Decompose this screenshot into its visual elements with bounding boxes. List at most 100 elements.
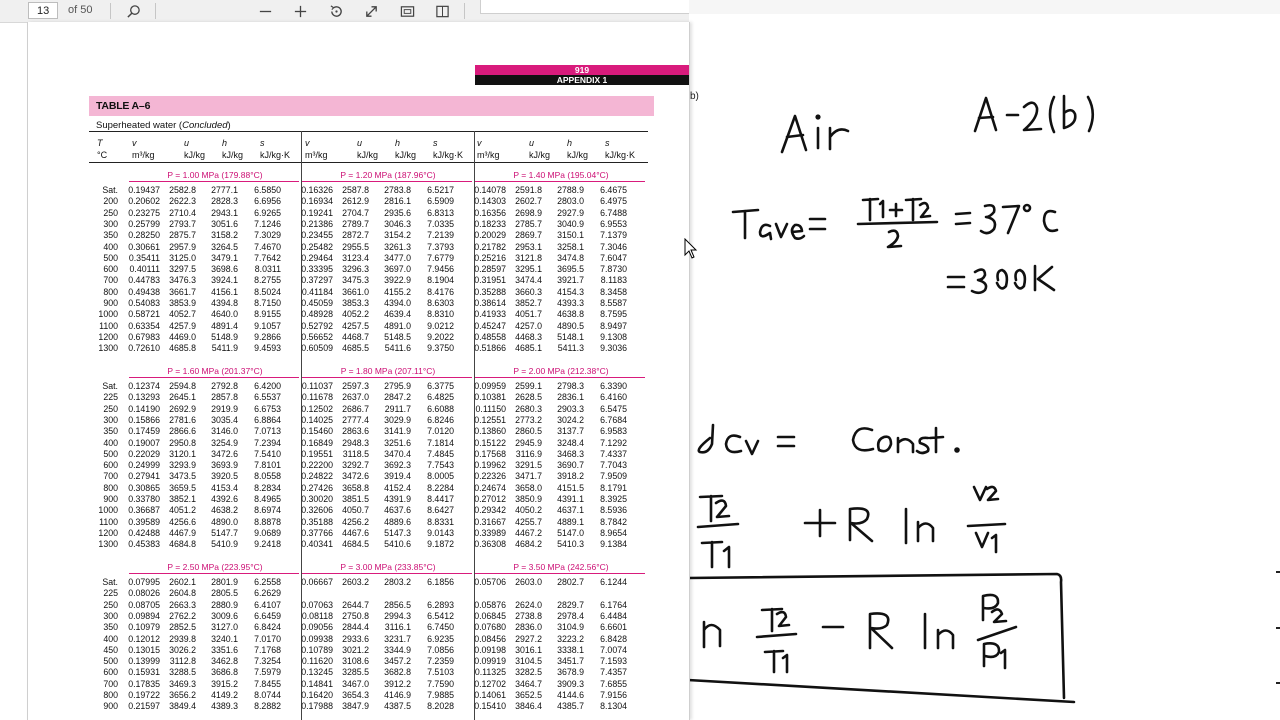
table-cell-temperature: 1300 <box>98 343 118 354</box>
table-cell: 7.1246 <box>254 218 281 229</box>
table-cell: 6.8313 <box>427 207 454 218</box>
table-cell: 8.1304 <box>600 701 627 712</box>
table-cell-temperature: 350 <box>103 426 118 437</box>
pressure-rule <box>129 181 299 182</box>
table-cell: 7.5979 <box>254 667 281 678</box>
table-cell: 7.7642 <box>254 252 281 263</box>
table-cell: 7.0170 <box>254 633 281 644</box>
table-cell-temperature: 300 <box>103 414 118 425</box>
pressure-rule <box>475 573 645 574</box>
table-cell: 7.1292 <box>600 437 627 448</box>
table-cell: 6.8428 <box>600 633 627 644</box>
table-cell: 7.8101 <box>254 460 281 471</box>
pressure-header: P = 1.60 MPa (201.37°C) <box>167 366 263 376</box>
table-cell-temperature: 1200 <box>98 527 118 538</box>
table-cell: 8.2284 <box>427 482 454 493</box>
table-cell-temperature: 350 <box>103 230 118 241</box>
header-u-unit: kJ/kg <box>357 150 379 160</box>
table-cell: 7.7543 <box>427 460 454 471</box>
zoom-in-icon[interactable] <box>290 1 310 21</box>
table-cell: 7.0074 <box>600 644 627 655</box>
header-s: s <box>260 138 265 148</box>
header-h: h <box>567 138 573 148</box>
table-cell-temperature: 800 <box>103 690 118 700</box>
table-cell: 6.4107 <box>254 599 281 610</box>
table-cell-temperature: 500 <box>103 252 118 263</box>
table-cell: 7.3029 <box>254 230 281 241</box>
table-cell: 8.4176 <box>427 286 454 297</box>
table-cell: 6.2893 <box>427 599 454 610</box>
table-cell: 8.5587 <box>600 298 627 308</box>
pdf-page[interactable]: 919 APPENDIX 1 TABLE A–6 Superheated wat… <box>27 22 690 720</box>
table-cell-temperature: 400 <box>103 437 118 448</box>
table-subtitle: Superheated water (Concluded) <box>96 120 231 131</box>
toolbar-divider <box>110 3 111 19</box>
header-h-unit: kJ/kg <box>567 150 589 160</box>
table-cell: 9.1872 <box>427 539 454 550</box>
table-cell: 8.1791 <box>600 482 627 493</box>
table-cell: 7.0856 <box>427 644 454 655</box>
table-cell: 8.6303 <box>427 298 454 308</box>
table-cell: 7.7590 <box>427 678 454 689</box>
pressure-rule <box>129 377 299 378</box>
two-page-icon[interactable] <box>432 1 452 21</box>
table-cell-temperature: 300 <box>103 218 118 229</box>
fit-width-icon[interactable] <box>361 1 381 21</box>
table-cell: 7.1768 <box>254 644 281 655</box>
table-cell: 8.1904 <box>427 275 454 286</box>
table-cell: 7.6047 <box>600 252 627 263</box>
table-cell: 9.0689 <box>254 527 281 538</box>
header-v: v <box>305 138 310 148</box>
zoom-out-icon[interactable] <box>255 1 275 21</box>
header-v: v <box>132 138 137 148</box>
pressure-rule <box>302 573 472 574</box>
whiteboard-canvas[interactable] <box>689 14 1280 720</box>
rotate-icon[interactable] <box>326 1 346 21</box>
pressure-header: P = 1.00 MPa (179.88°C) <box>167 170 263 180</box>
table-cell: 9.2022 <box>427 331 454 342</box>
table-cell-temperature: 600 <box>103 667 118 678</box>
table-cell: 9.0212 <box>427 320 454 331</box>
mouse-cursor-icon <box>684 238 698 259</box>
table-cell: 6.3775 <box>427 381 454 391</box>
header-h: h <box>395 138 401 148</box>
table-header-rule <box>89 162 648 163</box>
table-cell: 7.1379 <box>600 230 627 241</box>
table-cell: 6.2558 <box>254 577 281 587</box>
table-cell: 9.1057 <box>254 320 281 331</box>
table-cell: 8.4417 <box>427 494 454 504</box>
table-cell-temperature: 1100 <box>99 516 118 527</box>
search-icon[interactable] <box>123 1 143 21</box>
table-cell-temperature: 700 <box>103 678 118 689</box>
table-cell: 8.0005 <box>427 471 454 482</box>
table-cell: 8.9654 <box>600 527 627 538</box>
table-cell: 7.9509 <box>600 471 627 482</box>
pressure-rule <box>475 377 645 378</box>
table-cell-temperature: 700 <box>103 471 118 482</box>
table-cell: 8.7150 <box>254 298 281 308</box>
table-cell-temperature: Sat. <box>102 185 118 195</box>
table-cell: 7.1814 <box>427 437 454 448</box>
header-s: s <box>605 138 610 148</box>
table-cell: 6.2629 <box>254 588 281 599</box>
page-number-input[interactable]: 13 <box>28 2 58 19</box>
table-cell: 8.2755 <box>254 275 281 286</box>
fullscreen-icon[interactable] <box>397 1 417 21</box>
table-cell: 6.4975 <box>600 196 627 207</box>
table-cell: 8.6427 <box>427 505 454 516</box>
header-s-unit: kJ/kg·K <box>433 150 464 160</box>
table-cell: 7.5103 <box>427 667 454 678</box>
table-cell: 8.5024 <box>254 286 281 297</box>
table-cell-temperature: 225 <box>103 392 118 403</box>
header-u: u <box>184 138 190 148</box>
table-cell: 6.6601 <box>600 622 627 633</box>
table-cell: 7.2139 <box>427 230 454 241</box>
table-cell: 6.4825 <box>427 392 454 403</box>
table-cell: 6.5537 <box>254 392 281 403</box>
table-cell-temperature: 250 <box>103 403 118 414</box>
table-cell-temperature: 1200 <box>98 331 118 342</box>
table-cell: 7.0335 <box>427 218 454 229</box>
table-cell: 6.5909 <box>427 196 454 207</box>
table-cell-temperature: 800 <box>103 482 118 493</box>
table-cell: 6.4200 <box>254 381 281 391</box>
